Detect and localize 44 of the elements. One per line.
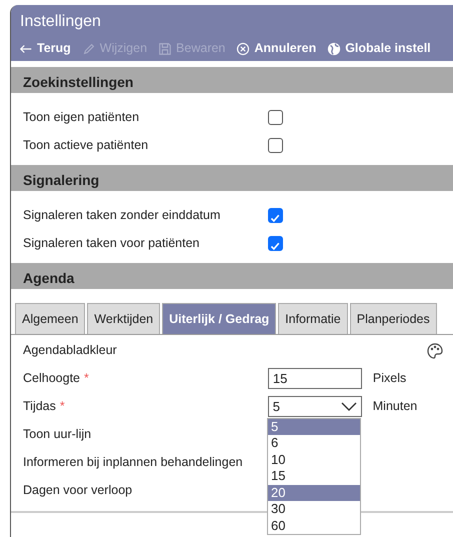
section-header: Signalering bbox=[11, 165, 453, 191]
tab[interactable]: Werktijden bbox=[87, 303, 160, 334]
dropdown-field[interactable]: 5 bbox=[268, 396, 362, 418]
unit-label: Minuten bbox=[372, 398, 418, 416]
dropdown-option[interactable]: 10 bbox=[268, 452, 360, 468]
field-label: Celhoogte bbox=[23, 370, 80, 388]
window-title: Instellingen bbox=[11, 5, 453, 34]
required-asterisk: * bbox=[60, 398, 65, 416]
dropdown-option[interactable]: 6 bbox=[268, 435, 360, 452]
section-header: Agenda bbox=[11, 263, 453, 289]
unit-label: Pixels bbox=[372, 370, 406, 388]
dropdown-option[interactable]: 20 bbox=[268, 484, 360, 502]
dropdown-option[interactable]: 30 bbox=[268, 501, 360, 518]
pencil-icon bbox=[82, 42, 96, 56]
dropdown-option[interactable]: 5 bbox=[268, 418, 360, 436]
field-label: Dagen voor verloop bbox=[23, 482, 134, 500]
palette-icon[interactable] bbox=[427, 342, 443, 359]
field-label: Signaleren taken voor patiënten bbox=[23, 234, 201, 252]
tab[interactable]: Uiterlijk / Gedrag bbox=[162, 303, 276, 334]
tab[interactable]: Planperiodes bbox=[350, 303, 437, 334]
required-asterisk: * bbox=[84, 370, 89, 388]
dropdown-option[interactable]: 15 bbox=[268, 468, 360, 485]
tab[interactable]: Informatie bbox=[278, 303, 348, 334]
toolbar-button[interactable]: Globale instell bbox=[327, 39, 431, 58]
globe-icon bbox=[327, 42, 342, 56]
field-label: Agendabladkleur bbox=[23, 342, 118, 360]
toolbar-button[interactable]: Annuleren bbox=[236, 39, 316, 58]
tab[interactable]: Algemeen bbox=[15, 303, 86, 334]
checkbox[interactable] bbox=[268, 208, 283, 222]
field-label: Informeren bij inplannen behandelingen bbox=[23, 454, 244, 472]
checkbox[interactable] bbox=[268, 110, 283, 124]
field-label: Toon uur-lijn bbox=[23, 426, 92, 444]
section-header: Zoekinstellingen bbox=[11, 67, 453, 93]
field-label: Toon eigen patiënten bbox=[23, 108, 140, 126]
dropdown-option[interactable]: 60 bbox=[268, 518, 360, 534]
checkbox[interactable] bbox=[268, 236, 283, 250]
toolbar-button[interactable]: Terug bbox=[19, 39, 71, 58]
checkbox[interactable] bbox=[268, 138, 283, 152]
field-label: Tijdas bbox=[23, 398, 56, 416]
close-circle-icon bbox=[236, 42, 250, 56]
chevron-down-icon bbox=[340, 402, 357, 412]
number-field[interactable]: 15 bbox=[268, 368, 362, 390]
field-label: Toon actieve patiënten bbox=[23, 136, 150, 154]
field-label: Signaleren taken zonder einddatum bbox=[23, 206, 222, 224]
